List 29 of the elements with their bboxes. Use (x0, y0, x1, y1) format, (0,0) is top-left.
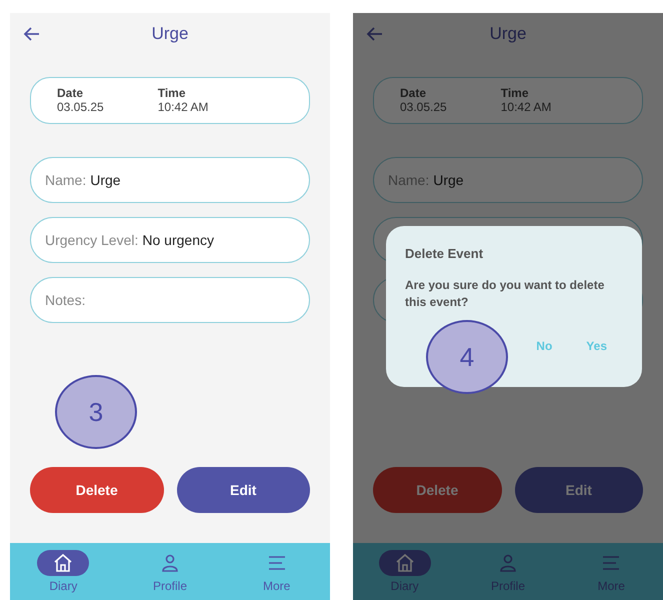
delete-button[interactable]: Delete (373, 467, 502, 513)
info-value: 10:42 AM (500, 100, 552, 114)
dialog-title: Delete Event (405, 246, 484, 261)
edit-button[interactable]: Edit (514, 467, 643, 513)
info-label: Date (400, 86, 428, 100)
info-value: 03.05.25 (57, 100, 104, 114)
nav-item[interactable]: Profile (116, 543, 224, 600)
field-value: Urge (90, 172, 121, 188)
screen-title: Urge (488, 24, 528, 44)
step-number-callout: 3 (55, 375, 137, 449)
field-label: Notes: (45, 292, 86, 308)
input-field[interactable]: Notes: (30, 277, 310, 323)
field-label: Urgency Level: (45, 232, 138, 248)
info-label: Time (158, 86, 187, 100)
nav-item[interactable]: More (223, 543, 330, 600)
input-field[interactable]: Name: Urge (30, 157, 310, 203)
dialog-message: Are you sure do you want to delete this event? (405, 277, 606, 311)
info-label: Time (500, 86, 530, 100)
delete-button[interactable]: Delete (30, 467, 164, 513)
edit-button[interactable]: Edit (176, 467, 310, 513)
field-label: Name: (45, 172, 86, 188)
input-field[interactable]: Urgency Level: No urgency (30, 217, 310, 263)
info-value: 10:42 AM (158, 100, 208, 114)
screen-title: Urge (150, 24, 190, 44)
info-label: Date (57, 86, 84, 100)
field-value: Urge (433, 172, 464, 188)
info-value: 03.05.25 (400, 100, 447, 114)
field-value: No urgency (142, 232, 214, 248)
nav-item[interactable]: Diary (10, 543, 117, 600)
